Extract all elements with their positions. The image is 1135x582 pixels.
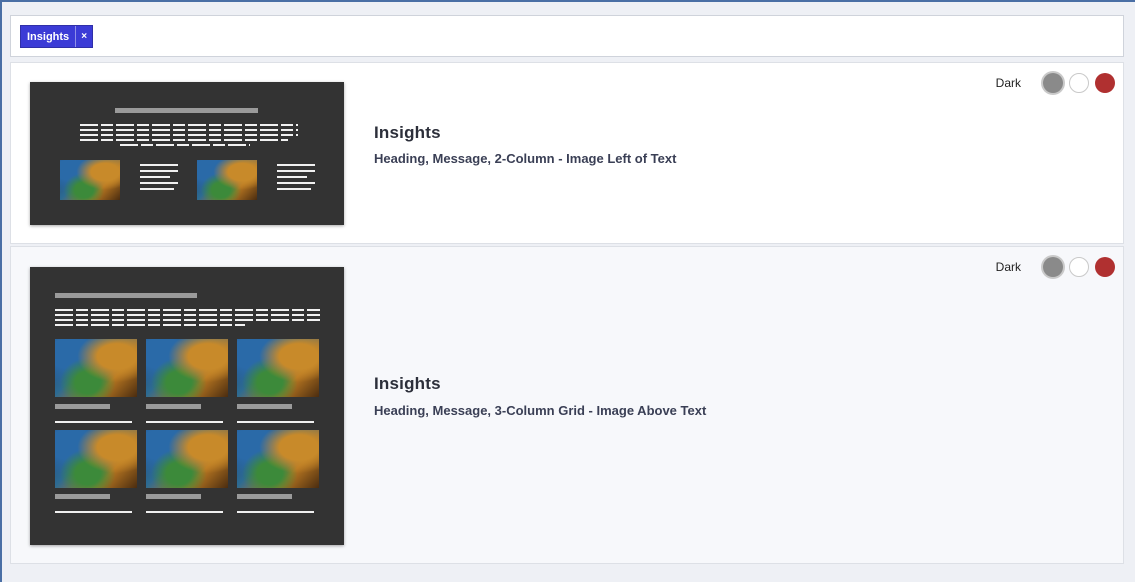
thumb-image bbox=[60, 160, 120, 200]
thumb-text-line bbox=[140, 188, 174, 190]
thumb-text-line bbox=[237, 511, 314, 513]
thumb-image bbox=[237, 430, 319, 488]
theme-swatch-gray[interactable] bbox=[1043, 257, 1063, 277]
theme-label: Dark bbox=[995, 260, 1021, 274]
thumb-text-line bbox=[146, 421, 223, 423]
template-thumbnail[interactable] bbox=[30, 267, 344, 545]
thumb-text-line bbox=[277, 170, 315, 172]
thumb-image bbox=[146, 430, 228, 488]
thumb-text-line bbox=[277, 188, 311, 190]
thumb-image bbox=[197, 160, 257, 200]
thumb-image bbox=[55, 430, 137, 488]
theme-label: Dark bbox=[995, 76, 1021, 90]
thumb-text-line bbox=[277, 176, 307, 178]
thumb-text-line bbox=[140, 176, 170, 178]
thumb-text-line bbox=[55, 511, 132, 513]
thumb-caption bbox=[146, 404, 201, 409]
thumb-message-line bbox=[55, 314, 320, 316]
theme-selector: Dark bbox=[996, 73, 1115, 93]
filter-tag-label: Insights bbox=[21, 26, 77, 47]
thumb-caption bbox=[146, 494, 201, 499]
template-description: Heading, Message, 3-Column Grid - Image … bbox=[374, 403, 707, 418]
thumb-heading bbox=[55, 293, 197, 298]
remove-tag-icon[interactable]: × bbox=[76, 26, 92, 47]
thumb-caption bbox=[237, 404, 292, 409]
thumb-text-line bbox=[140, 164, 178, 166]
thumb-image bbox=[146, 339, 228, 397]
theme-swatch-white[interactable] bbox=[1069, 73, 1089, 93]
thumb-image bbox=[237, 339, 319, 397]
thumb-text-line bbox=[140, 182, 178, 184]
theme-selector: Dark bbox=[996, 257, 1115, 277]
template-card[interactable]: Insights Heading, Message, 2-Column - Im… bbox=[10, 62, 1124, 244]
thumb-message-line bbox=[80, 129, 298, 131]
filter-tag-insights: Insights × bbox=[20, 25, 94, 48]
thumb-message-line bbox=[80, 139, 288, 141]
thumb-caption bbox=[55, 494, 110, 499]
template-title: Insights bbox=[374, 123, 441, 142]
thumb-text-line bbox=[140, 170, 178, 172]
theme-swatch-red[interactable] bbox=[1095, 257, 1115, 277]
thumb-message-line bbox=[80, 124, 298, 126]
thumb-heading bbox=[115, 108, 258, 113]
template-title: Insights bbox=[374, 374, 441, 393]
template-thumbnail[interactable] bbox=[30, 82, 344, 225]
thumb-caption bbox=[237, 494, 292, 499]
template-card[interactable]: Insights Heading, Message, 3-Column Grid… bbox=[10, 246, 1124, 564]
thumb-text-line bbox=[55, 421, 132, 423]
thumb-message-line bbox=[120, 144, 250, 146]
thumb-message-line bbox=[55, 309, 320, 311]
filter-bar[interactable]: Insights × bbox=[10, 15, 1124, 57]
thumb-text-line bbox=[277, 182, 315, 184]
thumb-image bbox=[55, 339, 137, 397]
template-description: Heading, Message, 2-Column - Image Left … bbox=[374, 151, 677, 166]
thumb-caption bbox=[55, 404, 110, 409]
thumb-text-line bbox=[146, 511, 223, 513]
thumb-message-line bbox=[80, 134, 298, 136]
theme-swatch-white[interactable] bbox=[1069, 257, 1089, 277]
thumb-text-line bbox=[237, 421, 314, 423]
thumb-message-line bbox=[55, 319, 320, 321]
theme-swatch-gray[interactable] bbox=[1043, 73, 1063, 93]
theme-swatch-red[interactable] bbox=[1095, 73, 1115, 93]
thumb-text-line bbox=[277, 164, 315, 166]
thumb-message-line bbox=[55, 324, 245, 326]
